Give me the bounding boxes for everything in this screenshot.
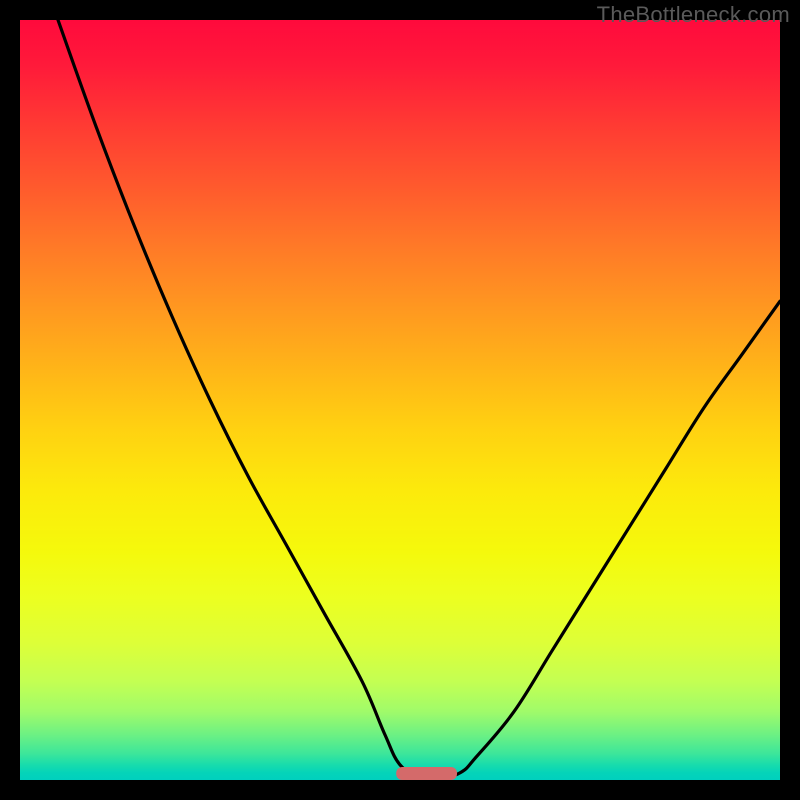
optimal-region-marker — [396, 767, 457, 780]
plot-background-gradient — [20, 20, 780, 780]
chart-frame: TheBottleneck.com — [0, 0, 800, 800]
bottleneck-curve-svg — [20, 20, 780, 780]
bottleneck-curve-path — [58, 20, 780, 780]
watermark-text: TheBottleneck.com — [597, 2, 790, 28]
